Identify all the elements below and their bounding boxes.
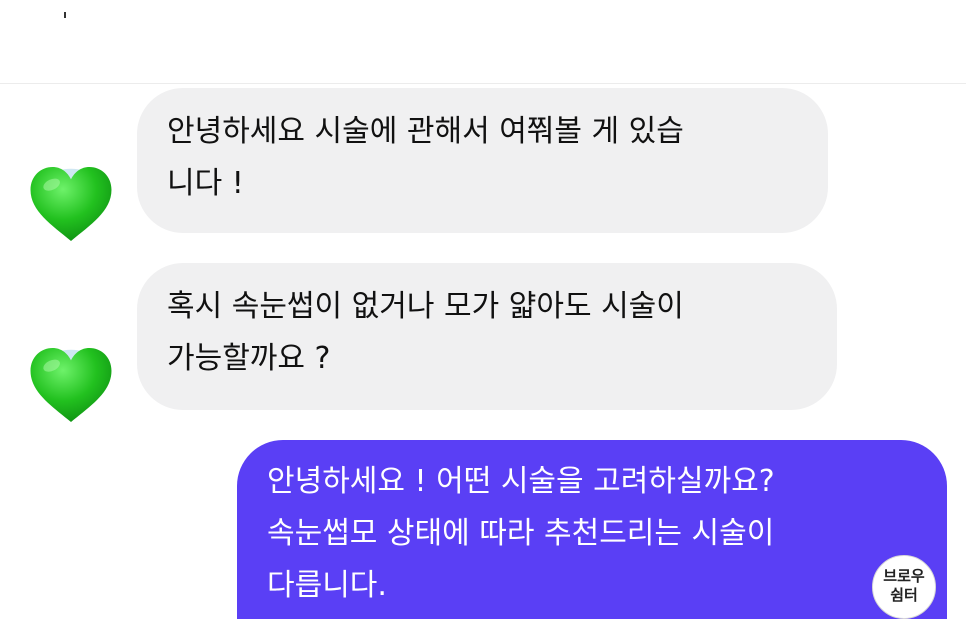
status-bar-mark — [64, 12, 66, 18]
message-line: 안녕하세요 시술에 관해서 여쭤볼 게 있습 — [167, 114, 684, 149]
message-line: 다릅니다. — [267, 568, 387, 603]
message-line: 니다 ! — [167, 166, 244, 201]
message-line: 안녕하세요 ! 어떤 시술을 고려하실까요? — [267, 464, 775, 499]
watermark-logo: 브로우 쉼터 — [872, 555, 936, 619]
watermark-line: 브로우 — [883, 567, 925, 585]
message-line: 혹시 속눈썹이 없거나 모가 얇아도 시술이 — [167, 289, 684, 324]
green-heart-icon[interactable] — [27, 341, 115, 429]
header-divider — [0, 83, 966, 84]
incoming-message-bubble: 안녕하세요 시술에 관해서 여쭤볼 게 있습 니다 ! — [137, 88, 828, 233]
green-heart-icon[interactable] — [27, 160, 115, 248]
message-line: 속눈썹모 상태에 따라 추천드리는 시술이 — [267, 516, 775, 551]
incoming-message-bubble: 혹시 속눈썹이 없거나 모가 얇아도 시술이 가능할까요 ? — [137, 263, 837, 410]
outgoing-message-bubble: 안녕하세요 ! 어떤 시술을 고려하실까요? 속눈썹모 상태에 따라 추천드리는… — [237, 440, 947, 619]
message-line: 가능할까요 ? — [167, 341, 331, 376]
watermark-line: 쉼터 — [890, 586, 918, 604]
